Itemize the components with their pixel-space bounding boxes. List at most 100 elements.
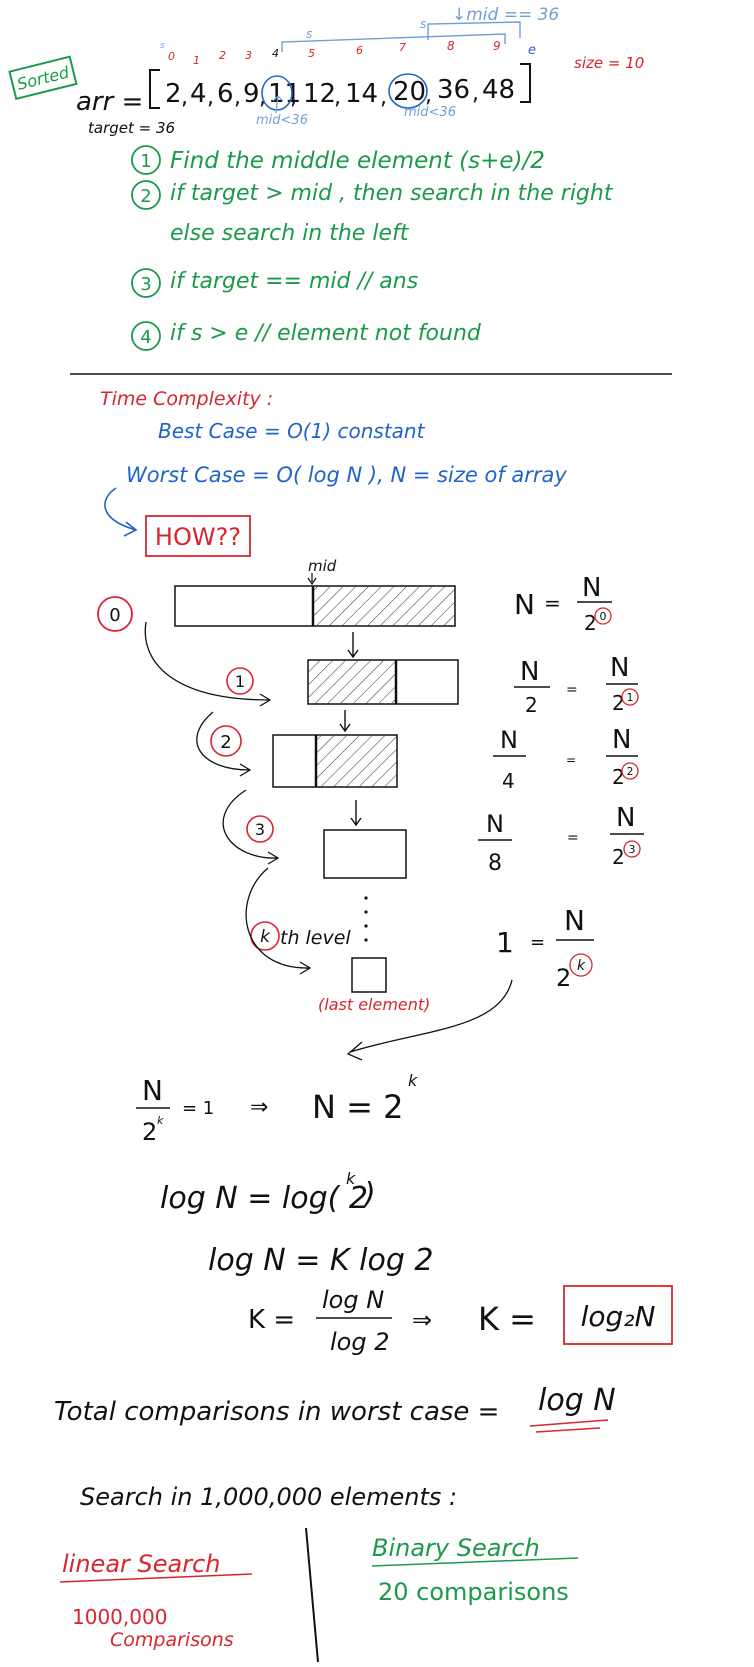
step-text: if target == mid // ans [170,269,418,294]
svg-text:=: = [566,682,578,698]
level-number: 1 [235,672,245,691]
implies-icon-2: ⇒ [412,1306,432,1334]
svg-text:,: , [380,85,387,110]
s-label-index-0: s [160,41,165,51]
level-0-array [174,585,456,627]
array-index: 2 [219,49,226,62]
level-number: 2 [220,732,231,753]
svg-text:,: , [181,85,188,110]
array-value: 36 [437,75,470,105]
array-value: 9 [243,79,260,109]
eq-pow: k [577,958,586,974]
eq-rhs-num: N [582,573,601,603]
derivation-eq1-right: N = 2 [312,1088,403,1126]
eq-rhs-den: 2 [612,845,625,869]
kth-level-label: th level [280,927,351,949]
eq-rhs-num: N [612,725,631,755]
target-label: target = 36 [88,119,175,137]
down-arrow-icon [339,710,351,733]
array-index: 1 [193,54,200,67]
eq-lhs-num: N [520,657,539,687]
mid-lt-36-first: mid<36 [256,113,308,128]
derivation-num: N [142,1074,163,1107]
derivation-line3: log N = K log 2 [208,1243,433,1278]
step-number: 3 [140,274,151,295]
arr-label: arr = [76,87,143,117]
last-element-label: (last element) [318,995,430,1014]
linear-search-value: 1000,000 [72,1605,167,1629]
array-value: 12 [303,79,336,109]
svg-text:=: = [530,932,545,953]
eq-rhs-num: N [616,803,635,833]
mid-label: mid [308,557,337,575]
svg-text:,: , [472,81,479,106]
eq-rhs-num: N [564,904,585,937]
linear-search-title: linear Search [62,1550,221,1578]
last-element-box [351,957,387,993]
derivation-line2: log N = log( 2 [160,1181,368,1216]
algorithm-steps: 1 Find the middle element (s+e)/2 2 if t… [131,145,614,351]
s-label-top: s [420,17,426,31]
array-index: 7 [399,41,406,54]
comparison-divider [305,1527,319,1663]
level-number: 0 [109,605,120,626]
derivation-line2-end: ) [362,1177,376,1212]
step-number: 2 [140,186,151,207]
worst-case-arrow [104,487,138,537]
array-index: 0 [168,50,175,63]
level-2-array [272,734,398,788]
mid-equals-36: ↓mid == 36 [452,5,559,25]
eq-pow: 0 [600,610,607,623]
down-arrow-icon [347,632,359,659]
level-1-array [307,659,459,705]
total-comparisons-text: Total comparisons in worst case = [54,1397,499,1427]
size-label: size = 10 [574,54,644,72]
derivation-eq1-right-pow: k [408,1071,418,1090]
implies-icon: ⇒ [250,1095,268,1120]
array-value: 4 [190,79,207,109]
worst-case: Worst Case = O( log N ), N = size of arr… [126,463,567,487]
array-index: 5 [308,47,315,60]
derivation-line4-den: log 2 [330,1328,389,1356]
eq-rhs-den: 2 [556,964,571,992]
mid-lt-36-second: mid<36 [404,105,456,120]
step-text: if s > e // element not found [170,321,482,346]
eq-lhs: N [514,588,535,621]
array-open-bracket [149,69,160,109]
svg-text:=: = [544,591,561,615]
best-case: Best Case = O(1) constant [158,419,426,443]
eq-lhs: 1 [496,926,514,959]
svg-text:,: , [334,85,341,110]
level-equations: N = N 2 0 N 2 = N 2 1 N 4 = N 2 2 N 8 = … [478,573,644,992]
array-close-bracket [520,63,531,103]
binary-search-title: Binary Search [372,1534,540,1562]
level-3-array [323,829,407,879]
derivation-result-k: K = [478,1300,536,1338]
derivation-line2-pow: k [346,1169,356,1188]
notes-canvas: Sorted arr = 2 4 6 9 11 12 14 20 36 48 ,… [8,5,673,1663]
binary-search-value: 20 comparisons [378,1578,569,1606]
array-index: 6 [356,44,363,57]
array-value: 6 [217,79,234,109]
total-underline [529,1419,609,1427]
total-underline-2 [535,1427,601,1433]
array-value: 14 [345,79,378,109]
svg-text:=: = [567,830,579,846]
eq-lhs-den: 2 [525,693,538,717]
level-number: 3 [255,820,265,839]
array-index: 8 [447,39,455,53]
derivation-line4-num: log N [322,1286,384,1314]
eq-pow: 2 [627,765,634,778]
sorted-tag: Sorted [8,55,78,101]
svg-text:=: = [566,753,576,767]
derivation-result: log₂N [581,1300,656,1333]
step-number: 4 [140,327,151,348]
step-text: Find the middle element (s+e)/2 [170,148,545,174]
total-comparisons-value: log N [538,1383,616,1418]
step-number: 1 [140,151,151,172]
eq-lhs-num: N [500,726,518,754]
svg-text:,: , [207,85,214,110]
derivation-den-pow: k [157,1114,164,1127]
level-number: k [260,927,271,947]
derivation: N 2 k = 1 ⇒ N = 2 k log N = log( 2 k ) l… [136,1071,536,1356]
